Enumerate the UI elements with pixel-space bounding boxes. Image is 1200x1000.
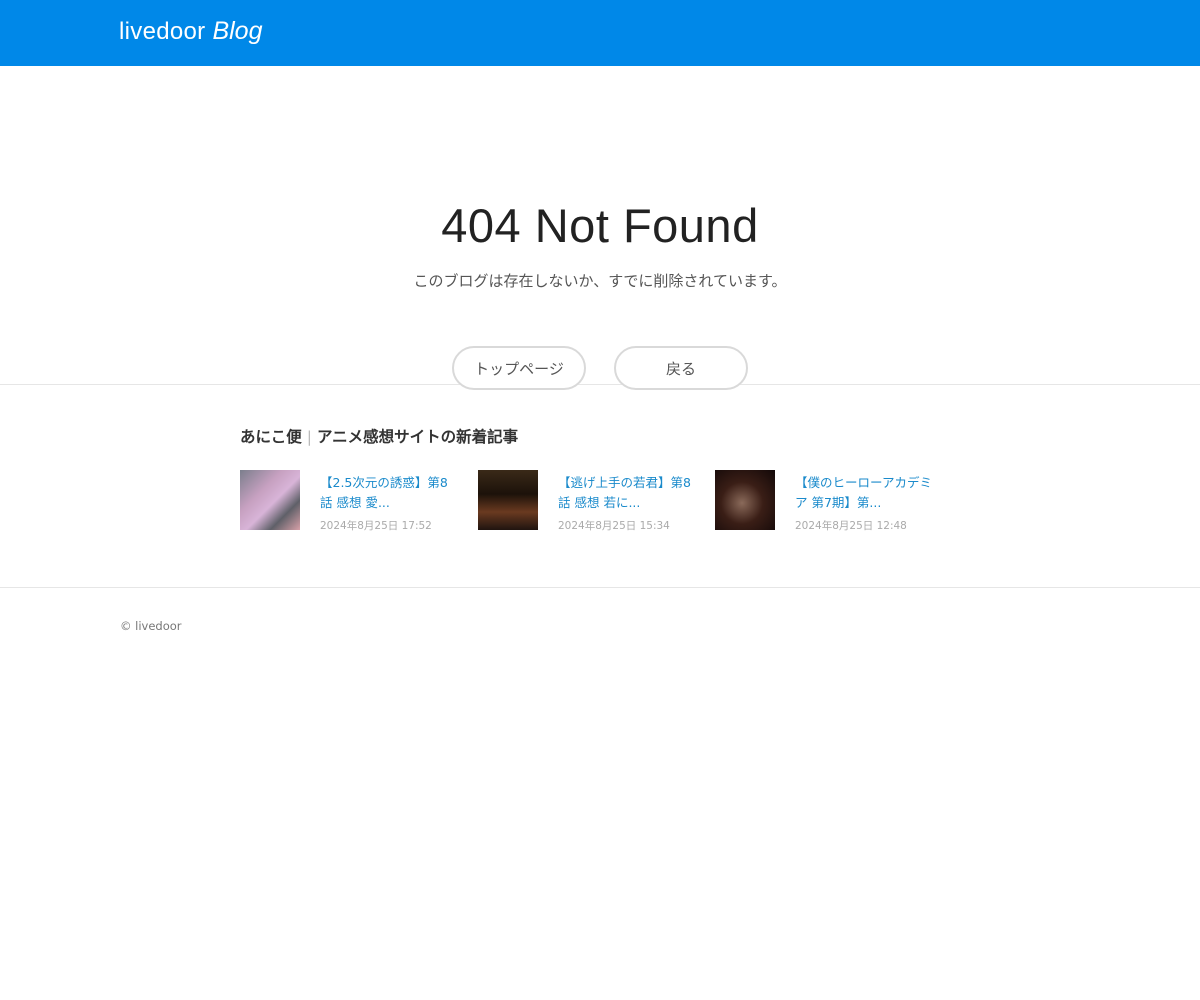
- article-title-link[interactable]: 【逃げ上手の若君】第8話 感想 若に...: [558, 473, 698, 513]
- article-date: 2024年8月25日 15:34: [558, 520, 670, 532]
- article-thumbnail[interactable]: [478, 470, 538, 530]
- article-thumbnail[interactable]: [715, 470, 775, 530]
- related-section-title: あにこ便 | アニメ感想サイトの新着記事: [240, 425, 518, 447]
- copyright-text: © livedoor: [120, 619, 182, 633]
- logo-sub-text: Blog: [212, 17, 263, 45]
- footer-divider: [0, 587, 1200, 588]
- article-card[interactable]: 【僕のヒーローアカデミア 第7期】第... 2024年8月25日 12:48: [715, 470, 945, 532]
- top-page-button[interactable]: トップページ: [452, 346, 586, 390]
- error-title: 404 Not Found: [441, 199, 759, 252]
- article-thumbnail[interactable]: [240, 470, 300, 530]
- blog-name-link[interactable]: あにこ便: [240, 428, 302, 446]
- article-card[interactable]: 【逃げ上手の若君】第8話 感想 若に... 2024年8月25日 15:34: [478, 470, 708, 532]
- article-date: 2024年8月25日 12:48: [795, 520, 907, 532]
- back-button[interactable]: 戻る: [614, 346, 748, 390]
- article-card[interactable]: 【2.5次元の誘惑】第8話 感想 愛... 2024年8月25日 17:52: [240, 470, 470, 532]
- error-section: 404 Not Found このブログは存在しないか、すでに削除されています。 …: [0, 66, 1200, 390]
- article-title-link[interactable]: 【僕のヒーローアカデミア 第7期】第...: [795, 473, 935, 513]
- logo-text: livedoor: [119, 18, 206, 45]
- section-label: アニメ感想サイトの新着記事: [316, 428, 519, 446]
- site-header: livedoor Blog: [0, 0, 1200, 66]
- livedoor-blog-logo[interactable]: livedoor Blog: [119, 17, 263, 46]
- related-articles-section: あにこ便 | アニメ感想サイトの新着記事 【2.5次元の誘惑】第8話 感想 愛...…: [0, 385, 1200, 587]
- error-message: このブログは存在しないか、すでに削除されています。: [413, 272, 787, 290]
- title-separator: |: [306, 428, 312, 446]
- article-title-link[interactable]: 【2.5次元の誘惑】第8話 感想 愛...: [320, 473, 460, 513]
- article-date: 2024年8月25日 17:52: [320, 520, 432, 532]
